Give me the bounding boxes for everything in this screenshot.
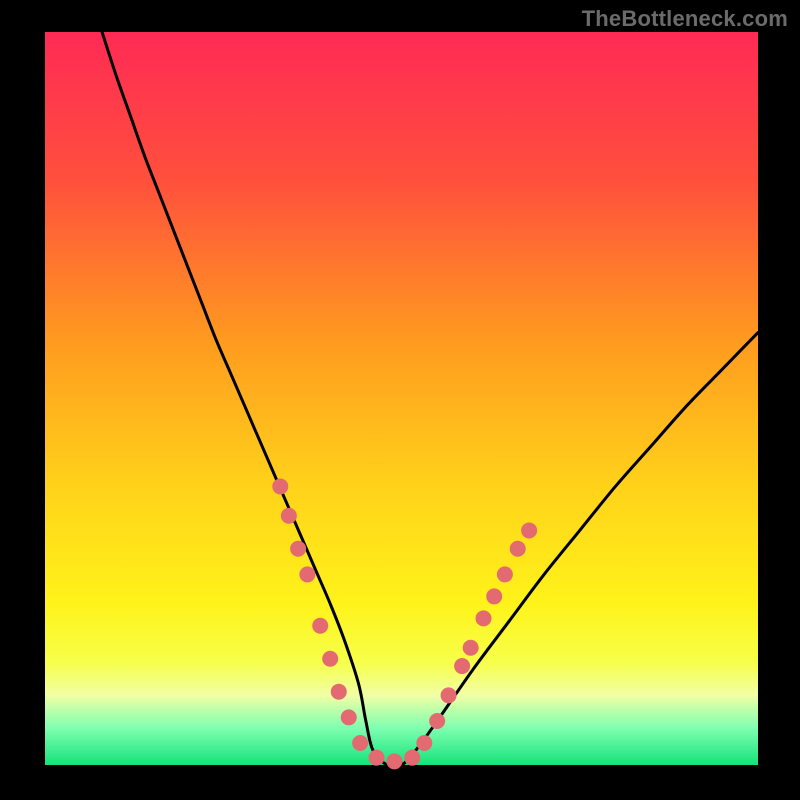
curve-dot bbox=[497, 566, 513, 582]
curve-dot bbox=[322, 651, 338, 667]
curve-dot bbox=[369, 750, 385, 766]
curve-dot bbox=[281, 508, 297, 524]
bottleneck-chart bbox=[0, 0, 800, 800]
curve-dot bbox=[476, 610, 492, 626]
curve-dot bbox=[521, 522, 537, 538]
curve-dot bbox=[454, 658, 470, 674]
curve-dot bbox=[404, 750, 420, 766]
chart-stage: TheBottleneck.com bbox=[0, 0, 800, 800]
curve-dot bbox=[416, 735, 432, 751]
curve-dot bbox=[272, 478, 288, 494]
curve-dot bbox=[429, 713, 445, 729]
curve-dot bbox=[463, 640, 479, 656]
gradient-background bbox=[45, 32, 758, 765]
curve-dot bbox=[352, 735, 368, 751]
curve-dot bbox=[312, 618, 328, 634]
curve-dot bbox=[510, 541, 526, 557]
curve-dot bbox=[341, 709, 357, 725]
watermark-text: TheBottleneck.com bbox=[582, 6, 788, 32]
curve-dot bbox=[441, 687, 457, 703]
curve-dot bbox=[486, 588, 502, 604]
curve-dot bbox=[290, 541, 306, 557]
curve-dot bbox=[331, 684, 347, 700]
curve-dot bbox=[386, 753, 402, 769]
curve-dot bbox=[299, 566, 315, 582]
